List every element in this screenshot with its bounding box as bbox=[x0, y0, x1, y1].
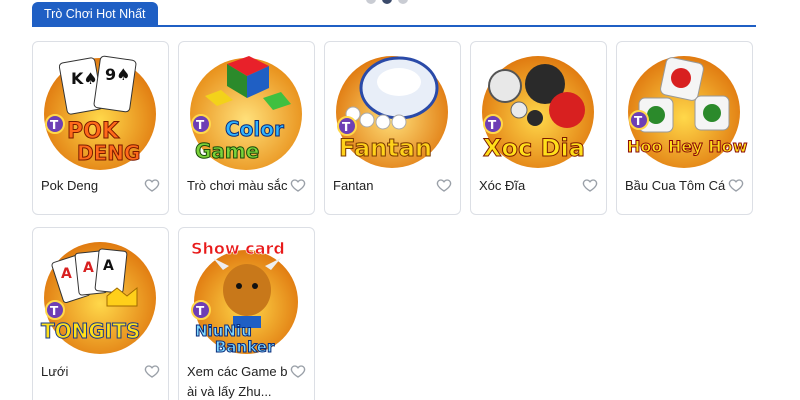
thumb-text-line1: Color bbox=[225, 117, 284, 141]
section-header: Trò Chơi Hot Nhất bbox=[32, 2, 756, 27]
game-title: Trò chơi màu sắc bbox=[187, 178, 288, 193]
thumb-text-line1: TONGITS bbox=[41, 319, 140, 343]
game-list-page: Trò Chơi Hot Nhất K♠ 9♠ T POK DENG Pok D… bbox=[0, 0, 800, 400]
game-title: Bầu Cua Tôm Cá bbox=[625, 178, 726, 193]
game-card-hoo-hey-how[interactable]: T Hoo Hey How Bầu Cua Tôm Cá bbox=[616, 41, 753, 215]
game-card-tongits[interactable]: A A A T TONGITS Lưới bbox=[32, 227, 169, 400]
svg-text:A: A bbox=[61, 266, 72, 282]
color-game-thumbnail[interactable]: T Color Game bbox=[183, 46, 310, 170]
game-title: Xóc Đĩa bbox=[479, 178, 526, 193]
hoo-hey-how-thumbnail[interactable]: T Hoo Hey How bbox=[621, 46, 748, 170]
section-tab-hot-games[interactable]: Trò Chơi Hot Nhất bbox=[32, 2, 158, 27]
thumb-text-line1: Fantan bbox=[339, 134, 432, 162]
thumb-text-line1: Show card bbox=[191, 239, 285, 258]
thumb-text-line1: Hoo Hey How bbox=[627, 137, 748, 156]
thumb-text-line3: Banker bbox=[215, 338, 275, 356]
svg-text:A: A bbox=[103, 258, 114, 274]
thumb-text-line2: Game bbox=[195, 139, 259, 163]
game-card-xoc-dia[interactable]: T Xoc Dia Xóc Đĩa bbox=[470, 41, 607, 215]
thumb-badge: T bbox=[50, 304, 59, 318]
game-card-fantan[interactable]: T Fantan Fantan bbox=[324, 41, 461, 215]
game-title: Xem các Game bài và lấy Zhu... bbox=[187, 364, 288, 399]
pok-deng-thumbnail[interactable]: K♠ 9♠ T POK DENG bbox=[37, 46, 164, 170]
svg-text:K♠: K♠ bbox=[71, 69, 98, 88]
thumb-text-line1: Xoc Dia bbox=[483, 134, 585, 162]
thumb-badge: T bbox=[488, 118, 497, 132]
game-card-pok-deng[interactable]: K♠ 9♠ T POK DENG Pok Deng bbox=[32, 41, 169, 215]
thumb-badge: T bbox=[342, 120, 351, 134]
heart-icon[interactable] bbox=[144, 177, 160, 193]
svg-text:A: A bbox=[83, 260, 94, 276]
thumb-text-line2: DENG bbox=[77, 141, 140, 165]
heart-icon[interactable] bbox=[436, 177, 452, 193]
thumb-badge: T bbox=[196, 304, 205, 318]
svg-text:9♠: 9♠ bbox=[105, 65, 130, 84]
game-title: Pok Deng bbox=[41, 178, 99, 193]
niuniu-banker-thumbnail[interactable]: Show card T NiuNiu Banker bbox=[183, 232, 310, 356]
heart-icon[interactable] bbox=[582, 177, 598, 193]
tongits-thumbnail[interactable]: A A A T TONGITS bbox=[37, 232, 164, 356]
heart-icon[interactable] bbox=[290, 363, 306, 379]
game-title: Lưới bbox=[41, 364, 69, 379]
thumb-badge: T bbox=[196, 118, 205, 132]
game-card-niuniu-banker[interactable]: Show card T NiuNiu Banker Xem các Game b… bbox=[178, 227, 315, 400]
thumb-badge: T bbox=[50, 118, 59, 132]
thumb-badge: T bbox=[634, 114, 643, 128]
xoc-dia-thumbnail[interactable]: T Xoc Dia bbox=[475, 46, 602, 170]
fantan-thumbnail[interactable]: T Fantan bbox=[329, 46, 456, 170]
game-title: Fantan bbox=[333, 178, 374, 193]
game-card-color-game[interactable]: T Color Game Trò chơi màu sắc bbox=[178, 41, 315, 215]
heart-icon[interactable] bbox=[728, 177, 744, 193]
heart-icon[interactable] bbox=[290, 177, 306, 193]
heart-icon[interactable] bbox=[144, 363, 160, 379]
